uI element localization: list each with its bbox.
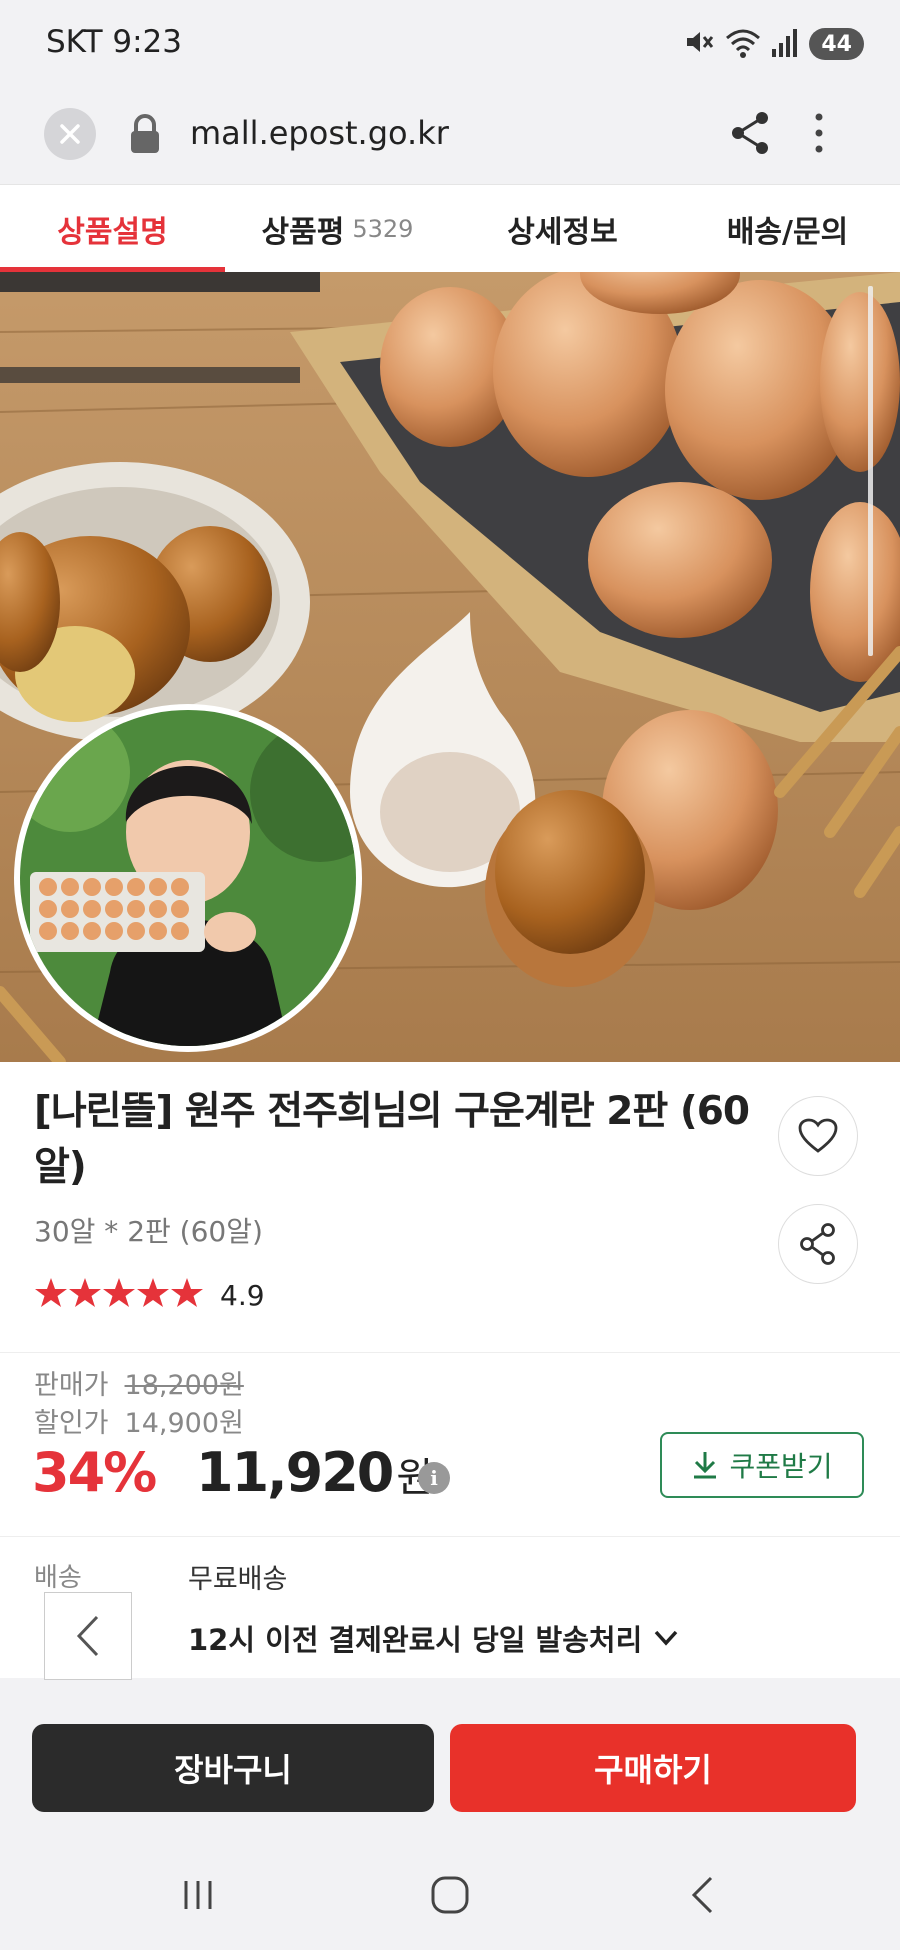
close-tab-button[interactable] [44, 108, 96, 160]
discount-price-row: 할인가 14,900원 [34, 1401, 244, 1440]
shipping-value: 무료배송 [188, 1564, 288, 1595]
system-navigation-bar [0, 1840, 900, 1950]
add-to-cart-button[interactable]: 장바구니 [32, 1724, 434, 1812]
final-price-value: 11,920 [196, 1441, 394, 1504]
url-text[interactable]: mall.epost.go.kr [190, 114, 449, 152]
rating-value: 4.9 [220, 1278, 265, 1312]
product-share-button[interactable] [778, 1204, 858, 1284]
tab-label: 상품평 [261, 214, 345, 250]
mute-icon [683, 26, 715, 62]
shipping-section: 배송 무료배송 12시 이전 결제완료시 당일 발송처리 [0, 1536, 900, 1678]
heart-icon [798, 1118, 838, 1153]
price-info-icon[interactable]: i [418, 1462, 450, 1494]
product-option: 30알 * 2판 (60알) [34, 1215, 263, 1248]
review-count: 5329 [352, 214, 414, 243]
list-price-row: 판매가 18,200원 [34, 1363, 244, 1402]
list-price-value: 18,200원 [124, 1370, 244, 1401]
tab-label: 배송/문의 [726, 214, 849, 250]
recent-apps-button[interactable] [168, 1870, 228, 1920]
discount-price-value: 14,900원 [124, 1408, 244, 1439]
back-button[interactable] [672, 1870, 732, 1920]
product-title: [나린뜰] 원주 전주희님의 구운계란 2판 (60알) [34, 1089, 750, 1190]
close-icon [60, 124, 80, 144]
tab-label: 상세정보 [507, 214, 618, 250]
chevron-down-icon [654, 1630, 678, 1646]
buy-now-button[interactable]: 구매하기 [450, 1724, 856, 1812]
list-price-label: 판매가 [34, 1370, 109, 1401]
home-button[interactable] [420, 1870, 480, 1920]
home-icon [431, 1876, 469, 1914]
browser-url-bar: mall.epost.go.kr [0, 88, 900, 184]
chevron-left-icon [76, 1615, 99, 1657]
tab-details[interactable]: 상세정보 [450, 185, 675, 272]
product-image[interactable] [0, 272, 900, 1062]
share-button[interactable] [728, 110, 772, 160]
star-rating-icon [34, 1276, 206, 1314]
share-icon [732, 112, 768, 154]
shipping-detail-toggle[interactable]: 12시 이전 결제완료시 당일 발송처리 [188, 1617, 680, 1659]
lock-icon [128, 112, 162, 160]
wifi-icon [725, 26, 761, 62]
product-info: [나린뜰] 원주 전주희님의 구운계란 2판 (60알) 30알 * 2판 (6… [0, 1062, 900, 1352]
shipping-label: 배송 [34, 1563, 82, 1593]
shipping-detail-text: 12시 이전 결제완료시 당일 발송처리 [188, 1623, 643, 1657]
tab-label: 상품설명 [57, 214, 168, 250]
status-bar: SKT 9:23 44 [0, 0, 900, 88]
recent-apps-icon [184, 1881, 212, 1909]
tab-reviews[interactable]: 상품평 5329 [225, 185, 450, 272]
floating-back-button[interactable] [44, 1592, 132, 1680]
battery-icon: 44 [809, 28, 864, 60]
product-tabs: 상품설명 상품평 5329 상세정보 배송/문의 [0, 184, 900, 272]
signal-icon [771, 27, 799, 61]
discount-price-label: 할인가 [34, 1408, 109, 1439]
coupon-download-button[interactable]: 쿠폰받기 [660, 1432, 864, 1498]
more-options-button[interactable] [812, 110, 826, 160]
more-vertical-icon [815, 113, 823, 153]
purchase-actions: 장바구니 구매하기 [0, 1690, 900, 1840]
back-icon [691, 1876, 713, 1914]
tab-shipping-inquiry[interactable]: 배송/문의 [675, 185, 900, 272]
product-rating[interactable]: 4.9 [34, 1276, 265, 1314]
wishlist-button[interactable] [778, 1096, 858, 1176]
download-icon [694, 1452, 717, 1479]
status-icons: 44 [683, 26, 864, 62]
carrier-time: SKT 9:23 [46, 24, 183, 60]
coupon-label: 쿠폰받기 [729, 1450, 833, 1483]
final-price: 11,920 원 [196, 1441, 433, 1504]
share-icon [800, 1223, 835, 1265]
discount-rate: 34% [32, 1441, 157, 1504]
tab-description[interactable]: 상품설명 [0, 185, 225, 272]
